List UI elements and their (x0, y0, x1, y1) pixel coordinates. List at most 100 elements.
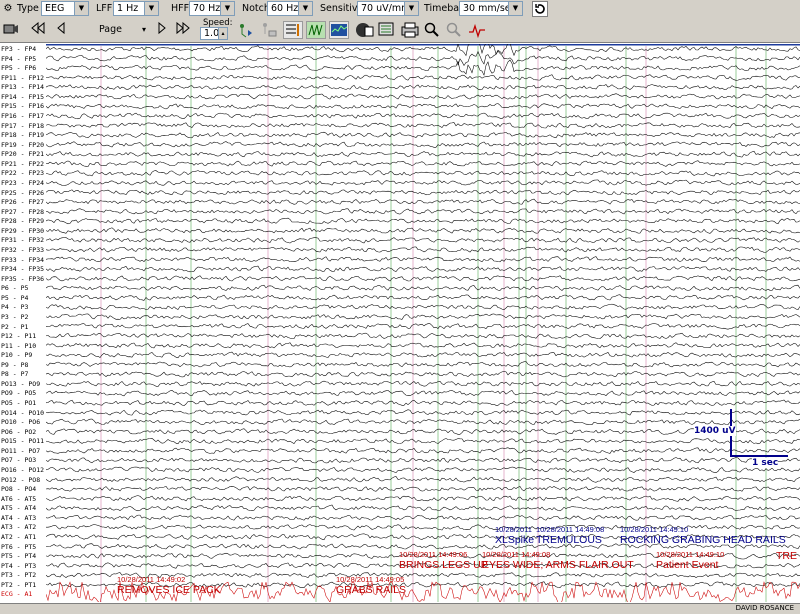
channel-label: AT5 - AT4 (1, 504, 37, 513)
channel-label: P11 - P10 (1, 341, 37, 350)
channel-label: AT3 - AT2 (1, 523, 37, 532)
channel-label: FP31 - FP32 (1, 236, 45, 245)
event-annotation[interactable]: 10/28/2011 14:49:08 TREMULOUS (536, 525, 604, 546)
event-annotation[interactable]: 10/28/2011 14:49:10 ROCKING GRABING HEAD… (620, 525, 786, 546)
event-text: REMOVES ICE PACK (117, 584, 221, 596)
footer-text: DAVID ROSANCE (735, 604, 794, 612)
eeg-trace (46, 141, 800, 148)
notch-select[interactable]: 60 Hz ▼ (267, 1, 313, 16)
event-annotation[interactable]: 10/28/2011 14:49:02 REMOVES ICE PACK (117, 575, 221, 596)
spin-icon[interactable]: ▴ (218, 28, 227, 39)
montage-icon[interactable] (283, 21, 303, 39)
eeg-trace (46, 93, 800, 100)
chevron-down-icon: ▼ (144, 2, 158, 15)
chevron-down-icon: ▼ (298, 2, 312, 15)
lff-value: 1 Hz (117, 3, 139, 14)
marker-icon[interactable] (236, 21, 254, 42)
channel-label: FP28 - FP29 (1, 217, 45, 226)
speed-input[interactable]: 1.0 ▴ (200, 27, 228, 40)
event-annotation[interactable]: 10/28/2011 XLSpike (495, 525, 534, 546)
event-timestamp: 10/28/2011 14:49:08 (482, 550, 551, 559)
fast-forward-icon[interactable] (175, 21, 191, 39)
zoom-in-icon[interactable] (424, 22, 440, 41)
channel-label: FP32 - FP33 (1, 245, 45, 254)
type-select[interactable]: EEG ▼ (41, 1, 89, 16)
channel-label: PO8 - PO4 (1, 485, 37, 494)
channel-label: FP16 - FP17 (1, 111, 45, 120)
event-annotation[interactable]: 10/28/2011 14:49:06 BRINGS LEGS UP (399, 550, 488, 571)
timebase-select[interactable]: 30 mm/sec ▼ (459, 1, 523, 16)
channel-label: PO12 - PO8 (1, 475, 41, 484)
event-annotation[interactable]: 10/28/2011 14:49:08 EYES WIDE; ARMS FLAI… (482, 550, 634, 571)
speed-value: 1.0 (204, 28, 220, 39)
channel-label: PO11 - PO7 (1, 446, 41, 455)
channel-label: P10 - P9 (1, 351, 33, 360)
channel-label: FP17 - FP18 (1, 121, 45, 130)
chevron-down-icon: ▼ (404, 2, 418, 15)
refresh-icon[interactable] (532, 1, 548, 17)
eeg-trace (46, 399, 800, 407)
eeg-trace (46, 246, 800, 253)
eeg-trace (46, 189, 800, 196)
lff-label: LFF (96, 3, 113, 14)
event-annotation[interactable]: 10/28/2011 14:49:10 Patient Event (656, 550, 724, 571)
event-text: BRINGS LEGS UP (399, 559, 488, 571)
channel-label: FP27 - FP28 (1, 207, 45, 216)
event-annotation[interactable]: TRE (776, 550, 797, 562)
channel-label: FP20 - FP21 (1, 150, 45, 159)
eeg-trace (46, 131, 800, 139)
rewind-icon[interactable] (30, 21, 46, 39)
settings-icon[interactable]: ⚙ (2, 0, 14, 18)
time-scale-bar (730, 455, 788, 457)
channel-label: FP22 - FP23 (1, 169, 45, 178)
eeg-trace (46, 227, 800, 234)
eeg-trace (46, 323, 800, 330)
channel-label: FP33 - FP34 (1, 255, 45, 264)
channel-label: FP26 - FP27 (1, 198, 45, 207)
print-icon[interactable] (400, 21, 420, 42)
channel-label: PT2 - PT1 (1, 580, 37, 589)
event-timestamp: 10/28/2011 (495, 525, 532, 534)
channel-label: AT6 - AT5 (1, 494, 37, 503)
channel-label: P12 - P11 (1, 332, 37, 341)
eeg-trace (46, 122, 800, 129)
step-forward-icon[interactable] (156, 21, 168, 39)
annotate-icon[interactable] (260, 21, 278, 42)
sensitivity-select[interactable]: 70 uV/mm ▼ (357, 1, 419, 16)
dsa-icon[interactable] (355, 21, 375, 42)
channel-label: AT2 - AT1 (1, 533, 37, 542)
eeg-trace (46, 428, 800, 435)
event-timestamp: 10/28/2011 14:49:08 (536, 525, 605, 534)
eeg-trace (46, 332, 800, 339)
event-text: EYES WIDE; ARMS FLAIR OUT (482, 559, 634, 571)
eeg-waveform-display[interactable] (46, 44, 800, 602)
channel-label: PO16 - PO12 (1, 466, 45, 475)
event-text: GRABS RAILS (336, 584, 407, 596)
montage-edit-icon[interactable] (377, 21, 397, 42)
step-back-icon[interactable] (55, 21, 67, 39)
eeg-trace (46, 198, 800, 205)
hff-select[interactable]: 70 Hz ▼ (189, 1, 235, 16)
channel-label: P5 - P4 (1, 293, 29, 302)
zoom-out-icon[interactable] (446, 22, 462, 41)
spike-icon[interactable] (306, 21, 326, 39)
event-text: Patient Event (656, 559, 719, 571)
eeg-trace (46, 275, 800, 282)
eeg-trace (46, 418, 800, 426)
event-annotation[interactable]: 10/28/2011 14:49:05 GRABS RAILS (336, 575, 406, 596)
eeg-trace (46, 380, 800, 387)
hff-value: 70 Hz (193, 3, 221, 14)
eeg-trace (46, 303, 800, 311)
channel-label: FP25 - FP26 (1, 188, 45, 197)
eeg-trace (46, 237, 800, 244)
event-text: ROCKING GRABING HEAD RAILS (620, 534, 786, 546)
chevron-down-icon: ▼ (74, 2, 88, 15)
event-text: XLSpike (495, 534, 535, 546)
page-dropdown-icon[interactable]: ▾ (140, 21, 148, 39)
channel-label: PO5 - PO1 (1, 399, 37, 408)
waveform-icon[interactable] (468, 22, 486, 41)
trend-icon[interactable] (329, 21, 349, 39)
video-icon[interactable] (3, 22, 19, 39)
sensitivity-value: 70 uV/mm (361, 3, 411, 14)
lff-select[interactable]: 1 Hz ▼ (113, 1, 159, 16)
